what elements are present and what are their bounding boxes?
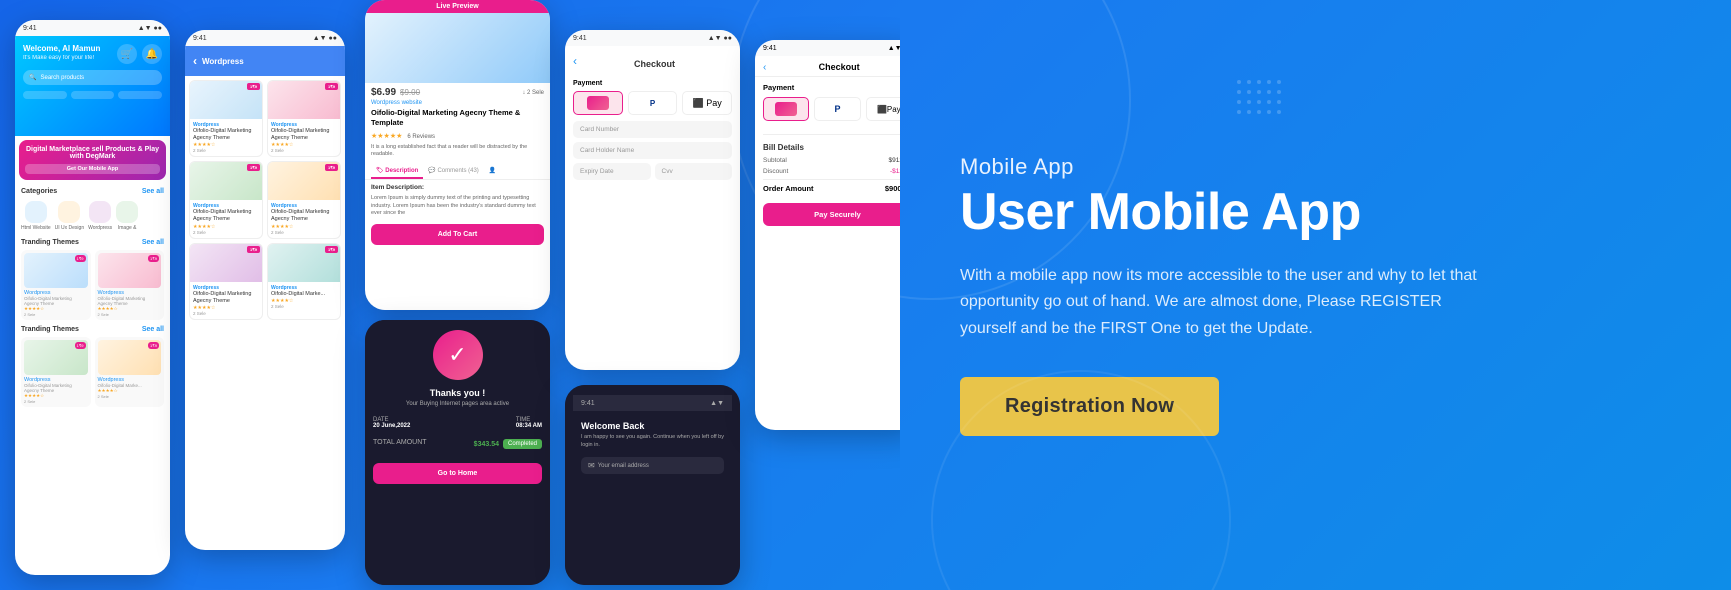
hero-description: With a mobile app now its more accessibl… xyxy=(960,263,1480,342)
goto-home-btn[interactable]: Go to Home xyxy=(373,463,542,484)
order-amount-row: Order Amount $900.00 xyxy=(763,179,900,193)
thanks-title: Thanks you ! xyxy=(430,388,486,398)
add-to-cart-btn[interactable]: Add To Cart xyxy=(371,224,544,245)
bill-payment-section: Payment P ⬛Pay xyxy=(755,77,900,130)
thankyou-total-row: TOTAL AMOUNT $343.54 Completed xyxy=(373,439,542,449)
payment-paypal[interactable]: P xyxy=(628,91,678,115)
product-title: Oifolio-Digital Marketing Agecny Theme &… xyxy=(365,106,550,130)
bill-pay-paypal[interactable]: P xyxy=(814,97,860,121)
col1-promo: Digital Marketplace sell Products & Play… xyxy=(19,140,166,180)
price-row: $6.99 $9.00 ↓ 2 Sele xyxy=(365,83,550,100)
item-desc-title: Item Description: xyxy=(365,180,550,195)
notification-icon: 🔔 xyxy=(142,44,162,64)
phone-mockup-ecommerce: 9:41▲▼ ●● Welcome, Al Mamun It's Make ea… xyxy=(15,20,170,575)
bill-title: Bill Details xyxy=(763,143,900,152)
cardholder-field[interactable]: Card Holder Name xyxy=(573,142,732,159)
cvv-field[interactable]: Cvv xyxy=(655,163,733,180)
products-list: 1₹9 Wordpress Oifolio-Digital Marketing … xyxy=(15,248,170,322)
status-bar-4: 9:41▲▼ ●● xyxy=(565,30,740,46)
bill-pay-card[interactable] xyxy=(763,97,809,121)
subtotal-row: Subtotal $912.00 xyxy=(763,157,900,164)
cart-icon: 🛒 xyxy=(117,44,137,64)
expiry-field[interactable]: Expiry Date xyxy=(573,163,651,180)
welcome-back-desc: I am happy to see you again. Continue wh… xyxy=(581,434,724,449)
payment-methods: P ⬛ Pay xyxy=(573,91,732,115)
trending-products: 1₹9 Wordpress Oifolio-Digital Marketing … xyxy=(15,335,170,409)
welcome-back-screen: 9:41▲▼ Welcome Back I am happy to see yo… xyxy=(565,385,740,585)
status-bar-4b: 9:41▲▼ xyxy=(573,395,732,411)
col2-header: ‹ Wordpress xyxy=(185,46,345,76)
status-bar-1: 9:41▲▼ ●● xyxy=(15,20,170,36)
thankyou-screen: ✓ Thanks you ! Your Buying Internet page… xyxy=(365,320,550,585)
thanks-subtitle: Your Buying Internet pages area active xyxy=(406,401,509,407)
thankyou-date-row: DATE 20 June,2022 TIME 08:34 AM xyxy=(373,417,542,429)
email-input[interactable]: ✉ Your email address xyxy=(581,457,724,474)
deco-dots xyxy=(1237,80,1281,120)
success-checkmark: ✓ xyxy=(433,330,483,380)
screenshots-area: 9:41▲▼ ●● Welcome, Al Mamun It's Make ea… xyxy=(0,0,900,590)
hero-section: 9:41▲▼ ●● Welcome, Al Mamun It's Make ea… xyxy=(0,0,1731,590)
bill-back-btn[interactable]: ‹ xyxy=(763,62,766,73)
payment-apple[interactable]: ⬛ Pay xyxy=(682,91,732,115)
phone-mockup-product-detail: Live Preview $6.99 $9.00 ↓ 2 Sele Wordpr… xyxy=(365,0,550,310)
phone-mockup-wordpress: 9:41▲▼ ●● ‹ Wordpress 1₹9WordpressOifoli… xyxy=(185,30,345,550)
tab-comments[interactable]: 💬 Comments (43) xyxy=(423,164,483,179)
categories-list: Html Website UI Ux Design Wordpress Imag… xyxy=(15,197,170,235)
phone-mockup-checkout: 9:41▲▼ ●● ‹ Checkout Payment P xyxy=(565,30,740,370)
bill-header: ‹ Checkout xyxy=(755,56,900,77)
payment-card[interactable] xyxy=(573,91,623,115)
product-stars: ★★★★★ 6 Reviews xyxy=(365,130,550,142)
product-tabs: 🏷 Description 💬 Comments (43) 👤 xyxy=(365,164,550,180)
bill-divider xyxy=(763,134,900,135)
product-description: It is a long established fact that a rea… xyxy=(365,142,550,161)
trending-header: Tranding Themes See all xyxy=(15,235,170,248)
col2-grid: 1₹9WordpressOifolio-Digital Marketing Ag… xyxy=(185,76,345,324)
card-number-field[interactable]: Card Number xyxy=(573,121,732,138)
tab-user[interactable]: 👤 xyxy=(484,164,501,179)
discount-row: Discount -$12.00 xyxy=(763,168,900,175)
status-bar-5: 9:41▲▼ ●● xyxy=(755,40,900,56)
trending-themes-header: Tranding Themes See all xyxy=(15,322,170,335)
phone-mockup-thankyou: ✓ Thanks you ! Your Buying Internet page… xyxy=(365,320,550,585)
col1-header: Welcome, Al Mamun It's Make easy for you… xyxy=(15,36,170,136)
tab-description[interactable]: 🏷 Description xyxy=(371,164,423,179)
welcome-back-title: Welcome Back xyxy=(581,421,724,431)
bill-details-section: Bill Details Subtotal $912.00 Discount -… xyxy=(755,139,900,197)
live-preview-banner: Live Preview xyxy=(365,0,550,13)
product-thumbnail xyxy=(365,13,550,83)
status-bar-2: 9:41▲▼ ●● xyxy=(185,30,345,46)
checkout-header: ‹ Checkout xyxy=(565,46,740,76)
welcome-text: Welcome, Al Mamun xyxy=(23,44,100,53)
pay-securely-btn[interactable]: Pay Securely xyxy=(763,203,900,226)
categories-header: Categories See all xyxy=(15,184,170,197)
bill-pay-apple[interactable]: ⬛Pay xyxy=(866,97,900,121)
phone-mockup-welcome-back: 9:41▲▼ Welcome Back I am happy to see yo… xyxy=(565,385,740,585)
expiry-cvv-row: Expiry Date Cvv xyxy=(573,163,732,184)
bill-payment-methods: P ⬛Pay xyxy=(763,97,900,121)
phone-mockup-bill: 9:41▲▼ ●● ‹ Checkout Payment P xyxy=(755,40,900,430)
back-btn[interactable]: ‹ xyxy=(573,54,577,68)
item-description: Lorem Ipsum is simply dummy text of the … xyxy=(365,195,550,218)
payment-section: Payment P ⬛ Pay Card Number Card Hold xyxy=(565,76,740,192)
